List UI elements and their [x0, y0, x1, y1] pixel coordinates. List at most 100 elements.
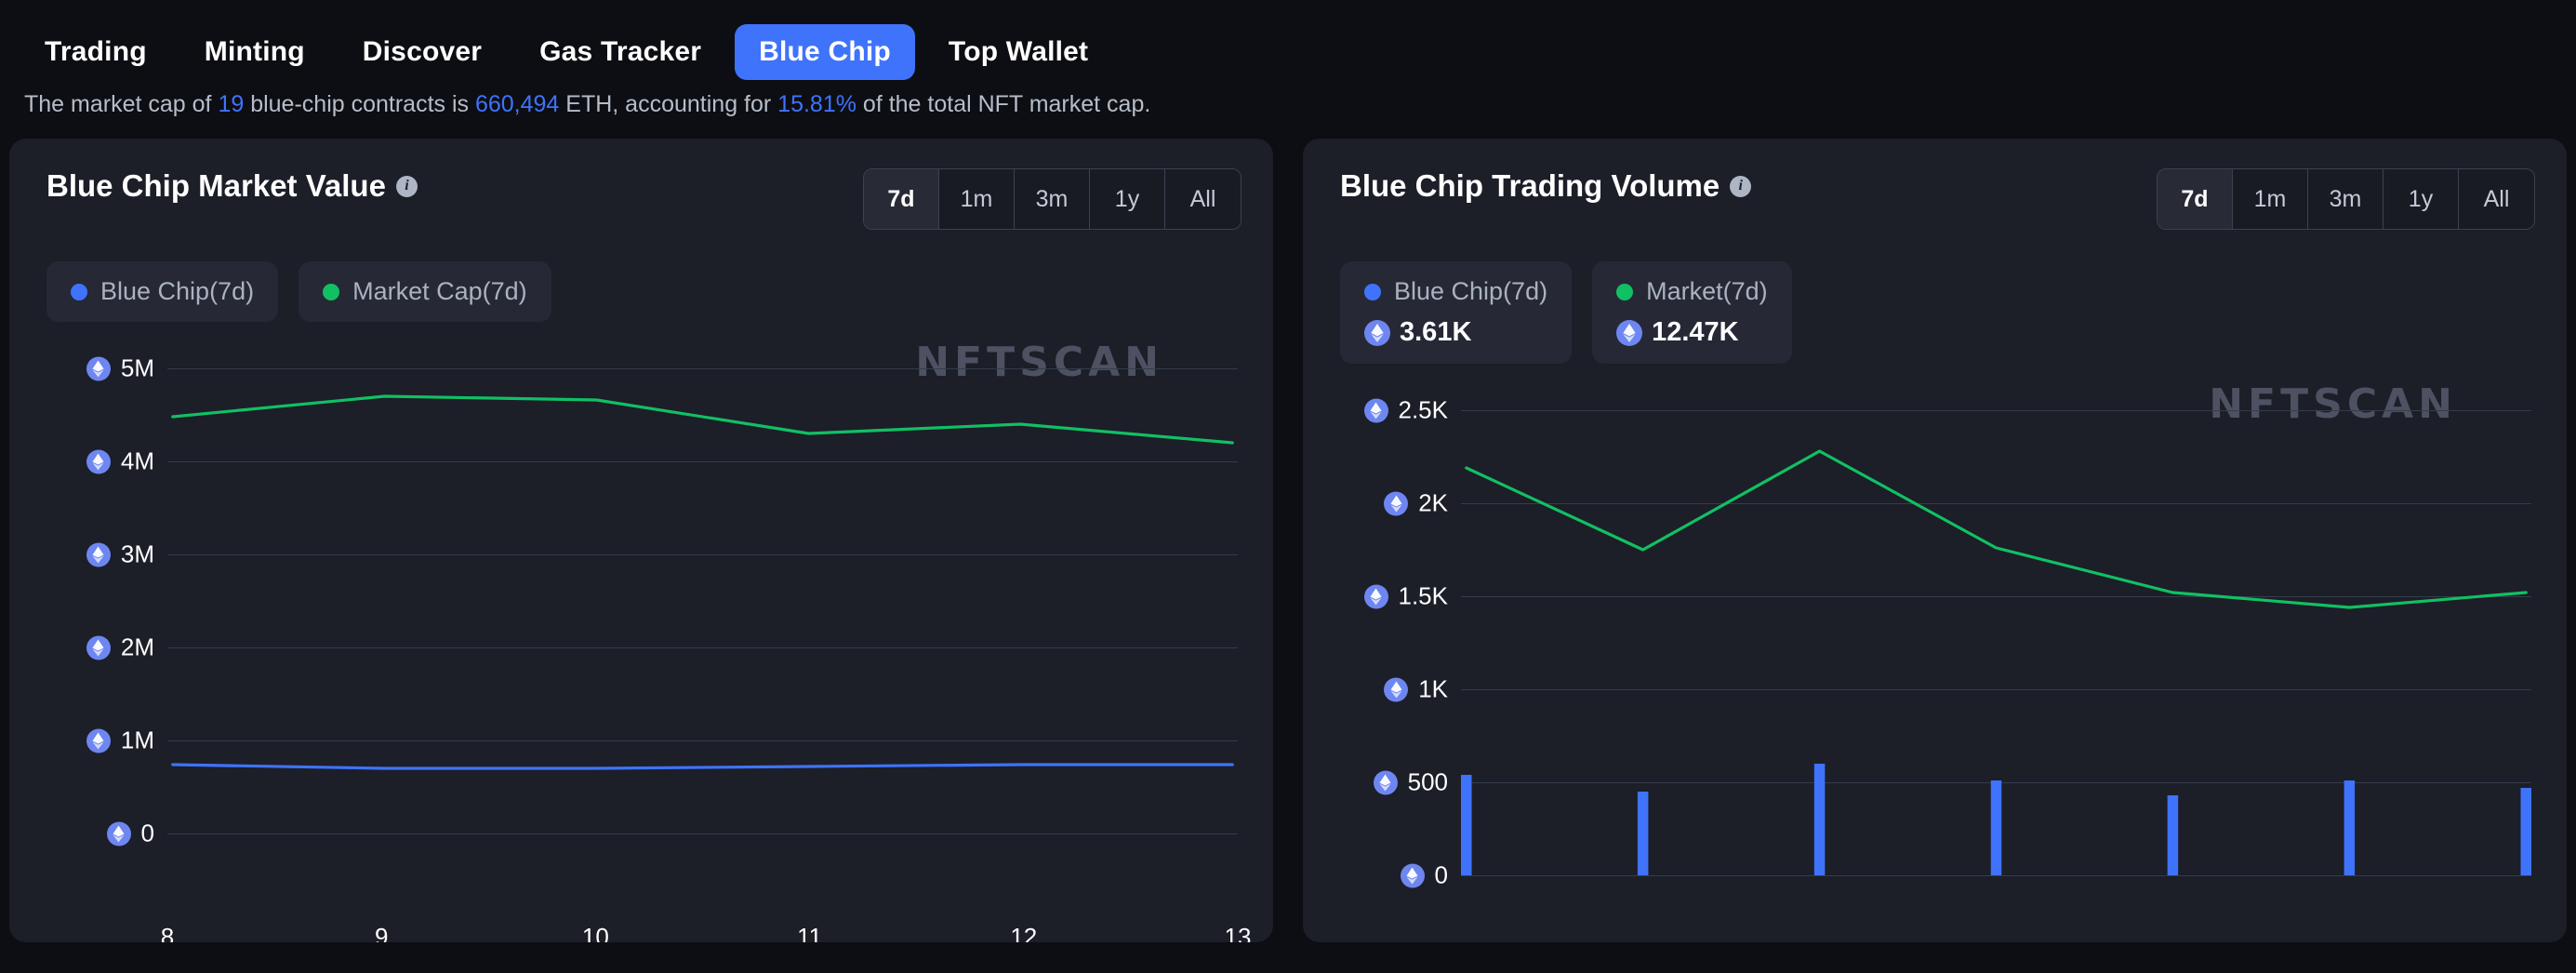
- charts-container: Blue Chip Market Value i 7d 1m 3m 1y All Blu…: [0, 139, 2576, 942]
- y-axis-tick-label: 3M: [120, 540, 154, 568]
- x-axis-tick-label: 8: [160, 923, 175, 942]
- card-header-left: Blue Chip Market Value i 7d 1m 3m 1y All: [9, 139, 1273, 230]
- range-button-3m[interactable]: 3m: [1015, 169, 1090, 229]
- legend-label: Blue Chip(7d): [100, 277, 255, 305]
- eth-icon: [86, 728, 111, 753]
- eth-icon: [86, 356, 111, 380]
- chart-bar: [1813, 764, 1826, 875]
- eth-icon: [1363, 584, 1388, 608]
- range-button-3m[interactable]: 3m: [2308, 169, 2383, 229]
- legend-value-row: 3.61K: [1364, 317, 1547, 348]
- grid-area-right: [1461, 388, 2531, 942]
- y-axis-tick: 5M: [86, 354, 154, 383]
- eth-icon: [86, 635, 111, 660]
- y-axis-tick-label: 1.5K: [1398, 581, 1449, 610]
- x-axis-tick-label: 10: [581, 923, 609, 942]
- nav-item-gas-tracker[interactable]: Gas Tracker: [515, 24, 725, 80]
- y-axis-tick: 0: [106, 820, 154, 848]
- legend-row: Blue Chip(7d): [71, 277, 254, 306]
- nav-item-trading[interactable]: Trading: [20, 24, 171, 80]
- range-selector-right[interactable]: 7d 1m 3m 1y All: [2157, 168, 2535, 230]
- x-axis-tick-label: 12: [1010, 923, 1038, 942]
- eth-icon: [1384, 491, 1409, 515]
- y-axis-tick: 2.5K: [1363, 395, 1449, 425]
- y-axis-tick-label: 2K: [1418, 488, 1448, 517]
- eth-icon: [1364, 319, 1390, 346]
- chart-bar: [2344, 780, 2356, 875]
- card-title-text: Blue Chip Trading Volume: [1340, 168, 1720, 203]
- range-button-7d[interactable]: 7d: [864, 169, 939, 229]
- blue-chip-trading-volume-card: Blue Chip Trading Volume i 7d 1m 3m 1y All B…: [1303, 139, 2567, 942]
- market-cap-percent: 15.81%: [777, 91, 856, 117]
- y-axis-tick-label: 500: [1407, 767, 1448, 796]
- summary-text-4: of the total NFT market cap.: [856, 91, 1151, 117]
- chart-bar: [1461, 775, 1472, 875]
- summary-text-1: The market cap of: [24, 91, 219, 117]
- blue-chip-market-value-card: Blue Chip Market Value i 7d 1m 3m 1y All Blu…: [9, 139, 1273, 942]
- y-axis-right: 2.5K 2K 1.5K 1K 500 0: [1303, 388, 1461, 942]
- blue-chip-count: 19: [218, 91, 245, 117]
- y-axis-tick-label: 1K: [1418, 674, 1448, 703]
- chart-plot-left: NFTSCAN 5M 4M 3M 2M 1M 0 8 9 10 11 12 13: [9, 339, 1273, 942]
- nav-item-minting[interactable]: Minting: [180, 24, 329, 80]
- legend-chip[interactable]: Blue Chip(7d): [46, 261, 279, 322]
- y-axis-tick: 2K: [1384, 489, 1448, 518]
- range-button-1y[interactable]: 1y: [2383, 169, 2459, 229]
- y-axis-tick: 2M: [86, 633, 154, 662]
- eth-icon: [1616, 319, 1643, 346]
- eth-icon: [86, 542, 111, 566]
- y-axis-tick: 500: [1373, 767, 1448, 797]
- y-axis-tick: 1.5K: [1363, 581, 1449, 611]
- range-button-1m[interactable]: 1m: [2233, 169, 2308, 229]
- nav-item-blue-chip[interactable]: Blue Chip: [735, 24, 915, 80]
- y-axis-tick-label: 4M: [120, 447, 154, 475]
- legend-value-row: 12.47K: [1616, 317, 1768, 348]
- chart-series-svg: [167, 346, 1238, 912]
- legend-row: Blue Chip(7d): [1364, 277, 1547, 306]
- legend-value: 12.47K: [1652, 317, 1739, 347]
- card-title-text: Blue Chip Market Value: [46, 168, 386, 203]
- range-button-1y[interactable]: 1y: [1090, 169, 1165, 229]
- chart-plot-right: NFTSCAN 2.5K2K1.5K1K5000 891011121314: [1303, 380, 2567, 942]
- chart-bar: [1637, 792, 1649, 875]
- range-button-1m[interactable]: 1m: [939, 169, 1015, 229]
- x-axis-tick-label: 9: [374, 923, 389, 942]
- info-icon[interactable]: i: [1730, 175, 1752, 197]
- legend-label: Market(7d): [1646, 277, 1768, 305]
- range-button-all[interactable]: All: [2459, 169, 2534, 229]
- chart-line-market-7d-: [1467, 451, 2526, 607]
- page-root: Trading Minting Discover Gas Tracker Blue Ch…: [0, 0, 2576, 973]
- legend-right: Blue Chip(7d) 3.61K Market(7d) 12.47K: [1303, 230, 2567, 364]
- range-button-7d[interactable]: 7d: [2158, 169, 2233, 229]
- market-cap-value: 660,494: [474, 91, 560, 117]
- grid-area-left: [167, 346, 1238, 912]
- range-button-all[interactable]: All: [1165, 169, 1241, 229]
- market-cap-summary: The market cap of 19 blue-chip contracts…: [0, 91, 2576, 118]
- chart-bar: [2520, 788, 2531, 875]
- y-axis-left: 5M 4M 3M 2M 1M 0: [9, 346, 167, 912]
- legend-chip[interactable]: Market Cap(7d): [299, 261, 551, 322]
- summary-text-3: ETH, accounting for: [559, 91, 778, 117]
- eth-icon: [86, 449, 111, 473]
- legend-chip[interactable]: Blue Chip(7d) 3.61K: [1340, 261, 1573, 364]
- eth-icon: [1373, 770, 1398, 794]
- info-icon[interactable]: i: [395, 175, 418, 197]
- y-axis-tick-label: 2M: [120, 633, 154, 661]
- legend-chip[interactable]: Market(7d) 12.47K: [1592, 261, 1792, 364]
- y-axis-tick: 1K: [1384, 675, 1448, 704]
- legend-row: Market(7d): [1616, 277, 1768, 306]
- x-axis-left: 8 9 10 11 12 13: [161, 923, 1252, 942]
- eth-icon: [1400, 863, 1425, 887]
- y-axis-tick-label: 2.5K: [1398, 395, 1449, 424]
- chart-bar: [1990, 780, 2002, 875]
- x-axis-tick-label: 11: [797, 923, 823, 942]
- y-axis-tick-label: 0: [1434, 860, 1448, 889]
- range-selector-left[interactable]: 7d 1m 3m 1y All: [863, 168, 1242, 230]
- nav-item-top-wallet[interactable]: Top Wallet: [924, 24, 1112, 80]
- legend-label: Market Cap(7d): [352, 277, 527, 305]
- x-axis-tick-label: 13: [1224, 923, 1252, 942]
- y-axis-tick: 3M: [86, 540, 154, 569]
- chart-bar: [2167, 795, 2179, 875]
- card-header-right: Blue Chip Trading Volume i 7d 1m 3m 1y All: [1303, 139, 2567, 230]
- nav-item-discover[interactable]: Discover: [339, 24, 506, 80]
